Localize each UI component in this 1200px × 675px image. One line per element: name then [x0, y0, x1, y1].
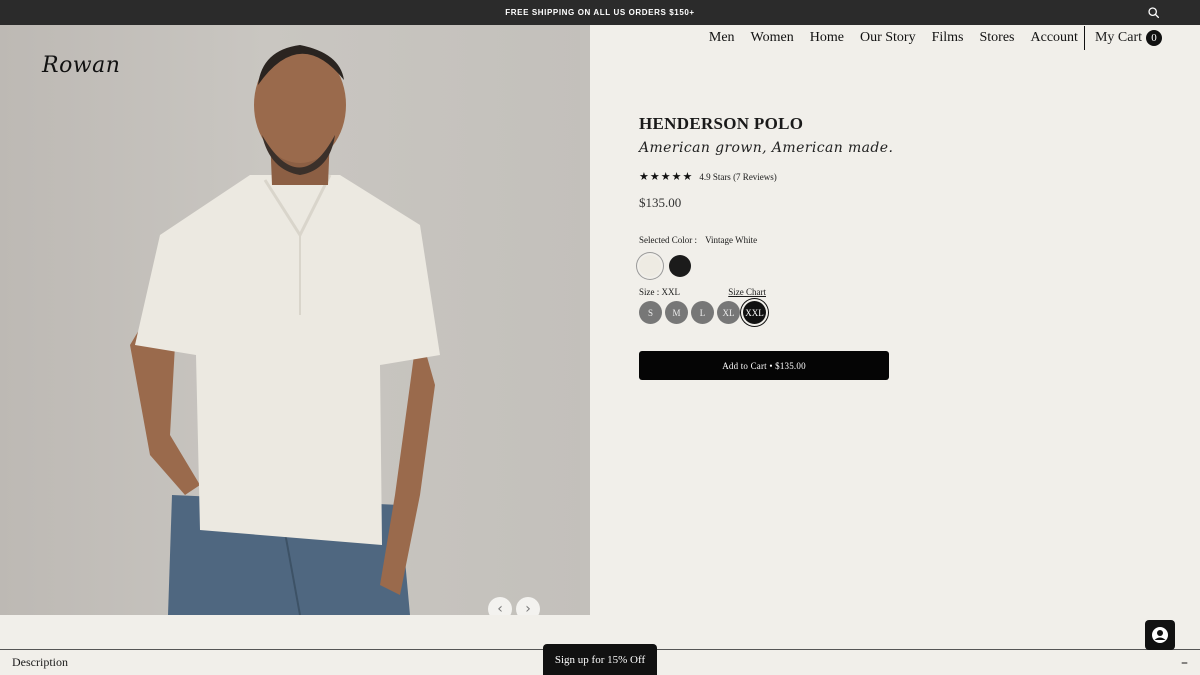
size-option-s[interactable]: S — [639, 301, 662, 324]
product-image: Rowan ‹ › — [0, 25, 590, 615]
product-tagline: American grown, American made. — [639, 140, 894, 156]
search-icon[interactable] — [1147, 6, 1160, 19]
swatch-black[interactable] — [669, 255, 691, 277]
announcement-bar: FREE SHIPPING ON ALL US ORDERS $150+ — [0, 0, 1200, 25]
size-header: Size : XXL Size Chart — [639, 287, 766, 297]
size-option-l[interactable]: L — [691, 301, 714, 324]
nav-item-account[interactable]: Account — [1031, 30, 1078, 46]
nav-item-men[interactable]: Men — [709, 30, 735, 46]
collapse-icon[interactable]: – — [1181, 655, 1188, 671]
nav-divider — [1083, 26, 1085, 50]
user-icon — [1152, 627, 1168, 643]
nav-item-women[interactable]: Women — [751, 30, 794, 46]
product-title: HENDERSON POLO — [639, 114, 804, 133]
model-photo — [130, 45, 440, 615]
star-icons: ★★★★★ — [639, 170, 694, 183]
selected-color: Selected Color : Vintage White — [639, 235, 939, 245]
cart-button[interactable]: My Cart 0 — [1095, 30, 1162, 46]
cart-label: My Cart — [1094, 30, 1142, 45]
nav-item-films[interactable]: Films — [932, 30, 964, 46]
color-value: Vintage White — [705, 235, 758, 245]
size-label: Size : XXL — [639, 287, 680, 297]
product-rating[interactable]: ★★★★★ 4.9 Stars (7 Reviews) — [639, 170, 939, 183]
carousel-next-button[interactable]: › — [516, 597, 540, 615]
rating-text: 4.9 Stars (7 Reviews) — [699, 171, 777, 182]
description-label: Description — [12, 655, 68, 669]
size-chart-link[interactable]: Size Chart — [728, 287, 766, 297]
size-option-xxl[interactable]: XXL — [743, 301, 766, 324]
nav-item-our-story[interactable]: Our Story — [860, 30, 916, 46]
nav-item-home[interactable]: Home — [810, 30, 844, 46]
brand-logo[interactable]: Rowan — [42, 53, 120, 78]
chevron-right-icon: › — [525, 601, 531, 615]
size-option-xl[interactable]: XL — [717, 301, 740, 324]
add-to-cart-button[interactable]: Add to Cart • $135.00 — [639, 351, 889, 380]
announcement-text: FREE SHIPPING ON ALL US ORDERS $150+ — [505, 8, 695, 17]
chat-button[interactable] — [1145, 620, 1175, 650]
main-nav: Men Women Home Our Story Films Stores Ac… — [693, 26, 1162, 50]
product-details: HENDERSON POLO American grown, American … — [639, 114, 939, 380]
cart-count-badge: 0 — [1146, 30, 1162, 46]
chevron-left-icon: ‹ — [497, 601, 503, 615]
signup-offer-button[interactable]: Sign up for 15% Off — [543, 644, 657, 675]
swatch-vintage-white[interactable] — [639, 255, 661, 277]
color-label: Selected Color : — [639, 235, 697, 245]
carousel-prev-button[interactable]: ‹ — [488, 597, 512, 615]
size-options: S M L XL XXL — [639, 301, 939, 324]
color-swatches — [639, 255, 939, 277]
product-price: $135.00 — [639, 195, 682, 210]
size-option-m[interactable]: M — [665, 301, 688, 324]
nav-item-stores[interactable]: Stores — [980, 30, 1015, 46]
